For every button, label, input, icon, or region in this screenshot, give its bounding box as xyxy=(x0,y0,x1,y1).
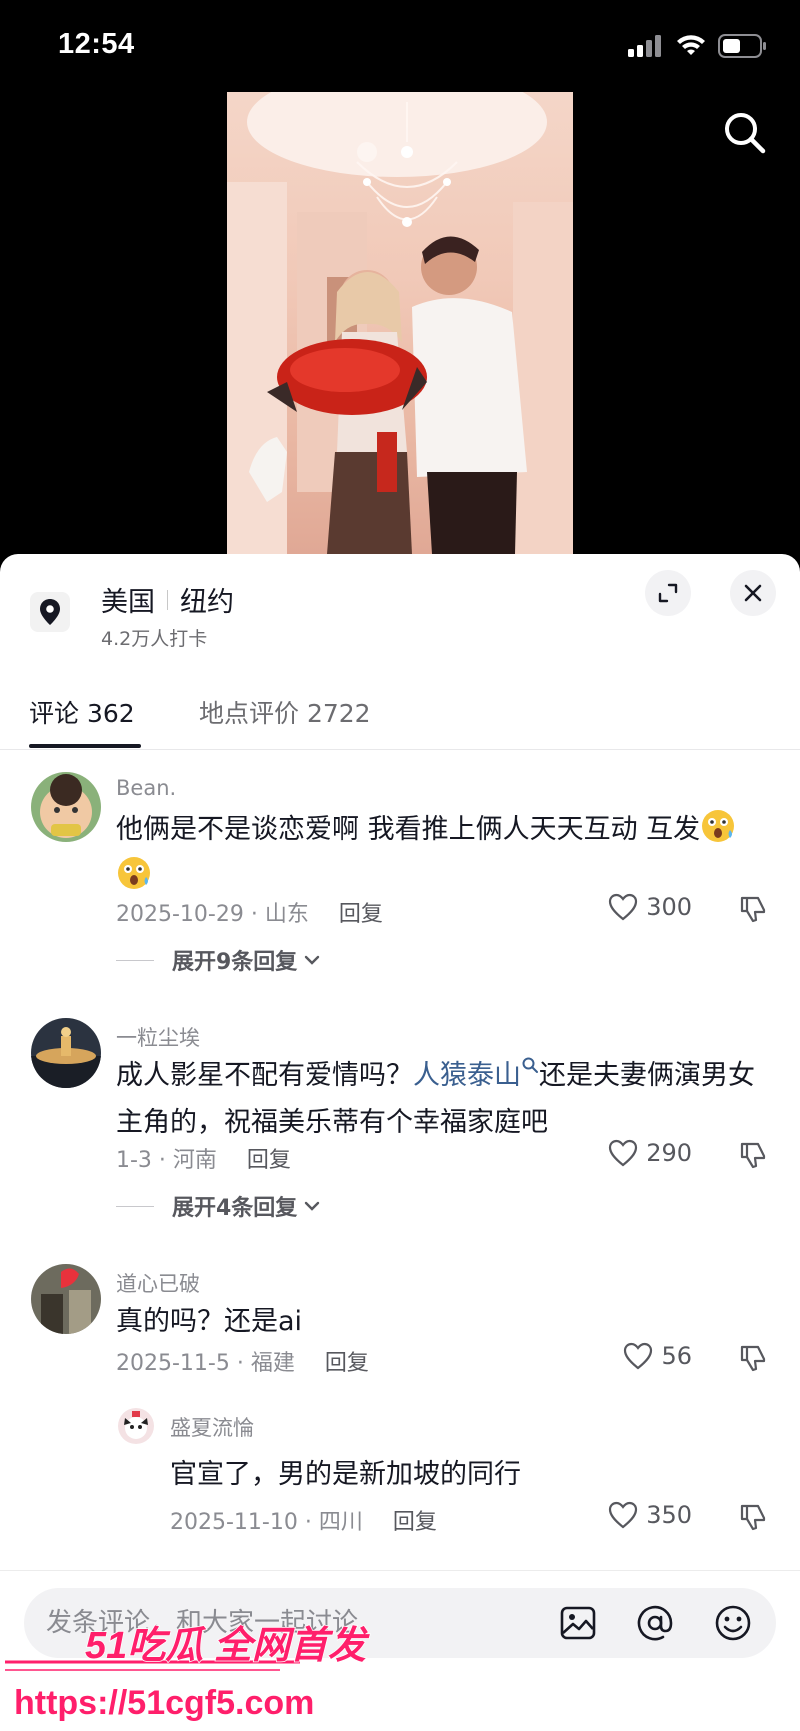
emoji-button[interactable] xyxy=(714,1604,752,1642)
at-icon xyxy=(637,1605,673,1641)
status-bar: 12:54 xyxy=(0,0,800,92)
like-button[interactable]: 56 xyxy=(623,1342,692,1370)
comment-date: 2025-10-29 · 山东 xyxy=(116,902,309,927)
reply-meta: 2025-11-10 · 四川 回复 xyxy=(170,1504,437,1536)
tab-underline xyxy=(29,744,141,748)
reply-button[interactable]: 回复 xyxy=(393,1504,437,1536)
hashtag-link[interactable]: 人猿泰山 xyxy=(413,1060,521,1091)
comment-meta: 2025-10-29 · 山东 回复 xyxy=(116,896,383,928)
chevron-down-icon xyxy=(305,1201,320,1211)
tab-bar: 评论 362 地点评价 2722 xyxy=(0,674,800,750)
comment-input-pill[interactable] xyxy=(24,1588,776,1658)
comment-text: 真的吗？还是ai xyxy=(116,1306,303,1337)
dislike-button[interactable] xyxy=(738,1343,768,1373)
image-button[interactable] xyxy=(559,1604,597,1642)
comment-input[interactable] xyxy=(46,1588,526,1658)
expand-replies[interactable]: 展开4条回复 xyxy=(116,1190,321,1222)
tab-comments[interactable]: 评论 362 xyxy=(29,694,135,730)
reply-button[interactable]: 回复 xyxy=(247,1142,291,1174)
comment-input-bar xyxy=(0,1570,800,1731)
close-icon xyxy=(744,584,762,602)
comment-body-part: 成人影星不配有爱情吗？ xyxy=(116,1060,413,1091)
status-time: 12:54 xyxy=(58,28,135,60)
expand-replies-label: 展开4条回复 xyxy=(172,1196,298,1221)
reply-date: 2025-11-10 · 四川 xyxy=(170,1510,363,1535)
heart-icon xyxy=(609,893,638,921)
reply-button[interactable]: 回复 xyxy=(339,896,383,928)
status-icons xyxy=(628,34,768,58)
search-button[interactable] xyxy=(720,108,770,158)
expand-replies[interactable]: 展开9条回复 xyxy=(116,944,321,976)
like-button[interactable]: 350 xyxy=(608,1501,692,1529)
expand-replies-label: 展开9条回复 xyxy=(172,950,298,975)
comment-username[interactable]: Bean. xyxy=(116,776,176,800)
close-button[interactable] xyxy=(730,570,776,616)
comment-date: 2025-11-5 · 福建 xyxy=(116,1351,295,1376)
location-city: 纽约 xyxy=(180,587,234,618)
video-player[interactable] xyxy=(0,92,800,554)
comment-text: 成人影星不配有爱情吗？人猿泰山 还是夫妻俩演男女主角的，祝福美乐蒂有个幸福家庭吧 xyxy=(116,1052,776,1146)
like-count: 300 xyxy=(646,893,692,921)
reply-button[interactable]: 回复 xyxy=(325,1345,369,1377)
astonished-emoji-icon xyxy=(702,810,735,842)
like-count: 56 xyxy=(661,1342,692,1370)
location-separator xyxy=(167,589,168,610)
image-icon xyxy=(560,1606,596,1640)
signal-icon xyxy=(628,35,661,57)
astonished-emoji-icon xyxy=(118,857,150,889)
like-count: 350 xyxy=(646,1501,692,1529)
heart-icon xyxy=(609,1501,638,1529)
comment-meta: 1-3 · 河南 回复 xyxy=(116,1142,291,1174)
comment-text: 他俩是不是谈恋爱啊 我看推上俩人天天互动 互发 xyxy=(116,806,776,900)
dislike-icon xyxy=(740,896,766,923)
avatar[interactable] xyxy=(31,1264,101,1334)
comment-list[interactable]: Bean. 他俩是不是谈恋爱啊 我看推上俩人天天互动 互发 2025-10-29… xyxy=(0,750,800,1570)
divider xyxy=(116,1205,154,1207)
dislike-icon xyxy=(740,1142,766,1169)
battery-icon xyxy=(718,34,766,58)
dislike-button[interactable] xyxy=(738,1502,768,1532)
tab-place-reviews[interactable]: 地点评价 2722 xyxy=(199,694,371,730)
checkin-count: 4.2万人打卡 xyxy=(101,628,208,650)
heart-icon xyxy=(609,1139,638,1167)
reply-username[interactable]: 盛夏流惀 xyxy=(170,1412,254,1442)
comment-username[interactable]: 道心已破 xyxy=(116,1268,200,1298)
mention-button[interactable] xyxy=(636,1604,674,1642)
wifi-icon xyxy=(677,35,705,55)
avatar[interactable] xyxy=(31,1018,101,1088)
comment-date: 1-3 · 河南 xyxy=(116,1148,217,1173)
location-header[interactable]: 美国 纽约 4.2万人打卡 xyxy=(0,554,800,664)
comment-meta: 2025-11-5 · 福建 回复 xyxy=(116,1345,369,1377)
expand-icon xyxy=(658,583,678,603)
emoji-icon xyxy=(715,1605,751,1641)
video-frame[interactable] xyxy=(227,92,573,554)
like-button[interactable]: 290 xyxy=(608,1139,692,1167)
expand-button[interactable] xyxy=(645,570,691,616)
avatar[interactable] xyxy=(31,772,101,842)
heart-icon xyxy=(624,1342,653,1370)
location-title: 美国 纽约 xyxy=(101,580,234,619)
divider xyxy=(116,959,154,961)
location-pin xyxy=(30,592,70,632)
location-country: 美国 xyxy=(101,587,155,618)
video-still xyxy=(227,92,573,554)
reply-text: 官宣了，男的是新加坡的同行 xyxy=(170,1459,521,1490)
comment-body: 他俩是不是谈恋爱啊 我看推上俩人天天互动 互发 xyxy=(116,814,701,845)
chevron-down-icon xyxy=(305,955,320,965)
comment-username[interactable]: 一粒尘埃 xyxy=(116,1022,200,1052)
dislike-button[interactable] xyxy=(738,1140,768,1170)
dislike-icon xyxy=(740,1345,766,1372)
reply-avatar[interactable] xyxy=(118,1408,154,1444)
like-button[interactable]: 300 xyxy=(608,893,692,921)
comment-sheet: 美国 纽约 4.2万人打卡 评论 362 地点评价 2722 Bean. 他俩是… xyxy=(0,554,800,1731)
location-pin-icon xyxy=(40,599,60,625)
search-icon xyxy=(725,113,766,154)
search-icon xyxy=(522,1057,538,1073)
dislike-icon xyxy=(740,1504,766,1531)
like-count: 290 xyxy=(646,1139,692,1167)
dislike-button[interactable] xyxy=(738,894,768,924)
